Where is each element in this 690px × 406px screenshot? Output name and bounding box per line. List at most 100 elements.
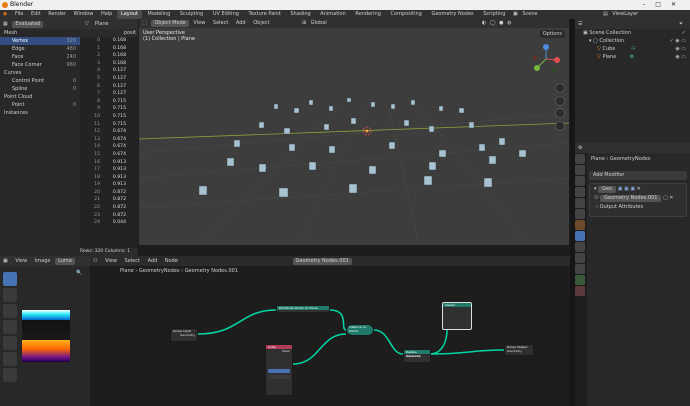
- cube-mesh-node[interactable]: Cube Mesh: [265, 344, 293, 396]
- camera-view-icon[interactable]: [555, 108, 565, 118]
- perspective-toggle-icon[interactable]: [555, 121, 565, 131]
- tree-curves[interactable]: Curves: [0, 69, 80, 77]
- view-layer-selector[interactable]: ▤ ViewLayer: [600, 10, 644, 19]
- modifier-header[interactable]: ▾ Geo ▣ ▣ ▣ ✕: [590, 184, 686, 194]
- image-name-field[interactable]: Luma: [55, 258, 75, 265]
- outliner-type-icon[interactable]: ☰: [575, 19, 585, 29]
- navigation-gizmo[interactable]: [529, 42, 563, 76]
- tab-geometry-nodes[interactable]: Geometry Nodes: [427, 10, 477, 19]
- select-tool-icon[interactable]: [3, 272, 17, 286]
- menu-file[interactable]: File: [12, 10, 26, 19]
- node-editor[interactable]: ⚇ View Select Add Node Geometry Nodes.00…: [90, 256, 570, 406]
- tab-texture-paint[interactable]: Texture Paint: [245, 10, 285, 19]
- menu-render[interactable]: Render: [45, 10, 69, 19]
- node-field[interactable]: [268, 369, 290, 373]
- zoom-view-icon[interactable]: 🔍: [76, 270, 82, 276]
- object-mode-dropdown[interactable]: Object Mode: [151, 20, 189, 27]
- tree-point[interactable]: Point 0: [0, 101, 80, 109]
- tree-control-point[interactable]: Control Point 0: [0, 77, 80, 85]
- menu-view[interactable]: View: [190, 19, 208, 28]
- menu-select[interactable]: Select: [210, 19, 231, 28]
- scene-selector[interactable]: ▣ Scene: [510, 10, 544, 19]
- group-input-node[interactable]: Group Input Geometry: [170, 328, 198, 342]
- world-tab-icon[interactable]: [575, 209, 585, 219]
- node-group-selector[interactable]: ⚇ Geometry Nodes.001 ▢ ✕: [590, 194, 686, 203]
- output-tab-icon[interactable]: [575, 176, 585, 186]
- image-editor-type-icon[interactable]: ▣: [0, 256, 11, 266]
- 3d-viewport[interactable]: User Perspective (1) Collection | Plane …: [139, 28, 569, 245]
- output-attributes-section[interactable]: › Output Attributes: [590, 203, 686, 212]
- menu-view[interactable]: View: [12, 256, 30, 266]
- instance-on-points-node[interactable]: Instance on Points: [346, 324, 374, 336]
- tool-tab-icon[interactable]: [575, 154, 585, 164]
- tree-point-cloud[interactable]: Point Cloud: [0, 93, 80, 101]
- particles-tab-icon[interactable]: [575, 242, 585, 252]
- menu-image[interactable]: Image: [32, 256, 54, 266]
- modifier-tab-icon[interactable]: [575, 231, 585, 241]
- annotate-tool-icon[interactable]: [3, 368, 17, 382]
- modifier-name-field[interactable]: Geo: [598, 186, 617, 193]
- blender-menu-icon[interactable]: ◉: [0, 10, 10, 19]
- menu-help[interactable]: Help: [98, 10, 115, 19]
- row-value: 0.168: [112, 45, 126, 51]
- tree-mesh[interactable]: Mesh: [0, 29, 80, 37]
- distribute-points-node[interactable]: Distribute Points on Faces: [276, 305, 330, 313]
- evaluation-mode-dropdown[interactable]: Evaluated: [12, 21, 44, 28]
- tab-shading[interactable]: Shading: [286, 10, 314, 19]
- pan-icon[interactable]: [555, 96, 565, 106]
- transform-tool-icon[interactable]: [3, 352, 17, 366]
- move-tool-icon[interactable]: [3, 304, 17, 318]
- viewer-node[interactable]: Viewer: [442, 302, 472, 330]
- column-header-position[interactable]: posit: [80, 29, 138, 37]
- tab-rendering[interactable]: Rendering: [351, 10, 385, 19]
- realize-instances-node[interactable]: Realize Instances Geometry: [403, 349, 431, 363]
- instance-cube: [371, 102, 376, 107]
- tree-edge[interactable]: Edge 480: [0, 45, 80, 53]
- tab-layout[interactable]: Layout: [116, 10, 142, 19]
- filter-icon[interactable]: ⏷: [676, 19, 686, 29]
- viewport-shading-buttons[interactable]: ◐ ◯ ● ◍: [479, 19, 515, 28]
- physics-tab-icon[interactable]: [575, 253, 585, 263]
- properties-type-icon[interactable]: ⚙: [575, 143, 585, 153]
- object-tab-icon[interactable]: [575, 220, 585, 230]
- scale-tool-icon[interactable]: [3, 336, 17, 350]
- view-layer-tab-icon[interactable]: [575, 187, 585, 197]
- row-value: 0.913: [112, 182, 126, 188]
- tree-spline[interactable]: Spline 0: [0, 85, 80, 93]
- zoom-icon[interactable]: [555, 83, 565, 93]
- area-divider[interactable]: [570, 19, 575, 406]
- tree-vertex[interactable]: Vertex 320: [0, 37, 80, 45]
- tab-scripting[interactable]: Scripting: [479, 10, 509, 19]
- menu-edit[interactable]: Edit: [28, 10, 44, 19]
- viewport-grid: [139, 107, 569, 245]
- tab-uv-editing[interactable]: UV Editing: [209, 10, 243, 19]
- spreadsheet-icon[interactable]: ▦: [0, 19, 11, 29]
- cursor-tool-icon[interactable]: [3, 288, 17, 302]
- node-field[interactable]: [268, 375, 290, 379]
- group-output-node[interactable]: Group Output Geometry: [504, 344, 534, 356]
- editor-type-icon[interactable]: ⬚: [139, 19, 150, 28]
- tree-instances[interactable]: Instances: [0, 109, 80, 117]
- render-tab-icon[interactable]: [575, 165, 585, 175]
- add-modifier-button[interactable]: Add Modifier: [589, 171, 687, 180]
- rotate-tool-icon[interactable]: [3, 320, 17, 334]
- row-value: 0.674: [112, 151, 126, 157]
- material-tab-icon[interactable]: [575, 286, 585, 296]
- menu-object[interactable]: Object: [250, 19, 272, 28]
- outliner-visibility-toggles[interactable]: ✓ ✓ ◉ ▭ ◉ ▭ ◉ ▭: [670, 29, 686, 61]
- tab-animation[interactable]: Animation: [316, 10, 350, 19]
- tab-modeling[interactable]: Modeling: [144, 10, 175, 19]
- menu-add[interactable]: Add: [233, 19, 249, 28]
- tab-sculpting[interactable]: Sculpting: [176, 10, 207, 19]
- tab-compositing[interactable]: Compositing: [387, 10, 426, 19]
- transform-orientation-dropdown[interactable]: ⊞ Global: [299, 19, 333, 28]
- instance-cube: [284, 128, 290, 135]
- window-controls[interactable]: –□✕: [642, 0, 686, 10]
- menu-window[interactable]: Window: [71, 10, 97, 19]
- constraints-tab-icon[interactable]: [575, 264, 585, 274]
- tree-face-corner[interactable]: Face Corner 960: [0, 61, 80, 69]
- node-group-name[interactable]: Geometry Nodes.001: [600, 195, 662, 202]
- scene-tab-icon[interactable]: [575, 198, 585, 208]
- data-tab-icon[interactable]: [575, 275, 585, 285]
- tree-face[interactable]: Face 240: [0, 53, 80, 61]
